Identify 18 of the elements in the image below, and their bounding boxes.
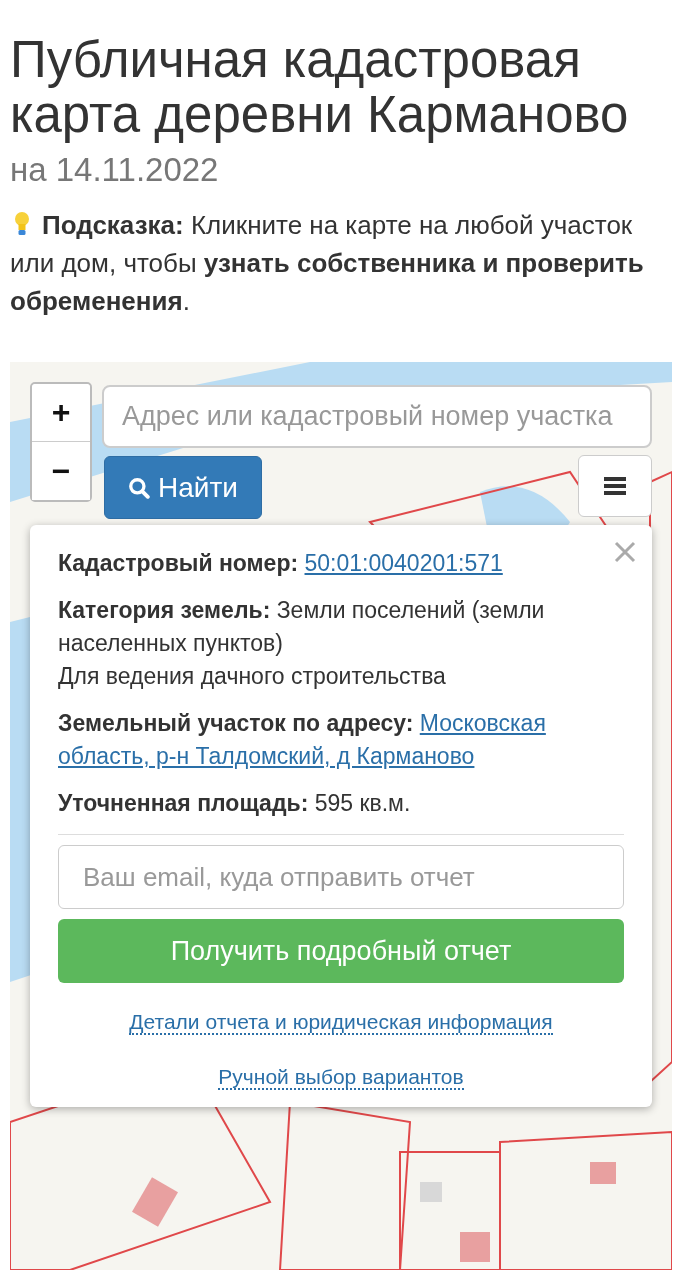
info-link[interactable]: Детали отчета и юридическая информация xyxy=(129,1010,553,1035)
page-title: Публичная кадастровая карта деревни Карманово xyxy=(9,30,630,142)
field-note: Для ведения дачного строительства xyxy=(58,662,447,691)
field-text: Категория земель: Земли поселений (земли населенных пунктов) xyxy=(58,596,546,658)
search-icon xyxy=(128,476,151,499)
menu-button[interactable] xyxy=(578,455,652,517)
email-field[interactable]: Ваш email, куда отправить отчет xyxy=(58,845,624,909)
hint-text: Подсказка: Кликните на карте на любой участок или дом, чтобы узнать собственника и проверить обременения. xyxy=(10,209,645,318)
field-text: Кадастровый номер: 50:01:0040201:571 xyxy=(58,549,504,578)
find-button[interactable]: Найти xyxy=(104,456,262,519)
field-text: Уточненная площадь: 595 кв.м. xyxy=(58,789,412,818)
search-field[interactable]: Адрес или кадастровый номер участка xyxy=(102,385,652,448)
info-link[interactable]: Ручной выбор вариантов xyxy=(218,1065,464,1090)
date-text: на 14.11.2022 xyxy=(9,150,220,190)
field-text: Земельный участок по адресу: Московская область, р-н Талдомский, д Карманово xyxy=(58,709,547,771)
menu-icon xyxy=(604,476,626,496)
zoom-in-button[interactable]: + xyxy=(32,384,90,442)
lightbulb-icon xyxy=(14,211,30,237)
